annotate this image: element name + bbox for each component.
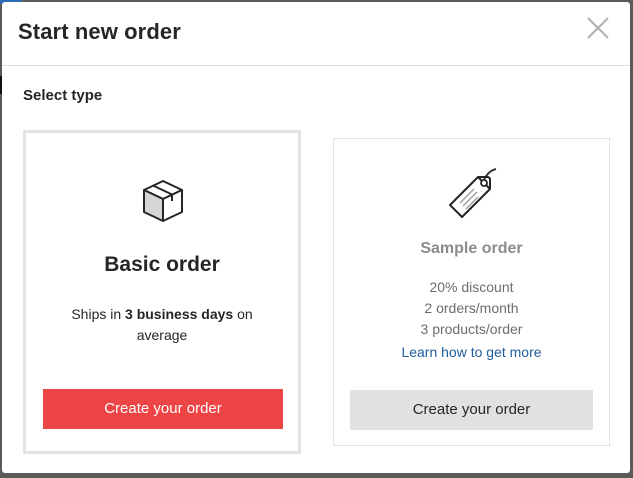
- box-icon: [138, 175, 188, 225]
- basic-order-card[interactable]: Basic order Ships in 3 business days on …: [23, 130, 301, 454]
- desc-emphasis: 3 business days: [125, 306, 234, 322]
- sample-order-title: Sample order: [420, 240, 523, 257]
- feature-item: 2 orders/month: [424, 300, 519, 316]
- sample-features: 20% discount 2 orders/month 3 products/o…: [334, 277, 609, 340]
- feature-item: 3 products/order: [420, 321, 523, 337]
- section-label: Select type: [23, 87, 103, 104]
- modal-title: Start new order: [18, 19, 181, 44]
- basic-order-title: Basic order: [104, 253, 220, 276]
- desc-prefix: Ships in: [71, 306, 126, 322]
- feature-item: 20% discount: [429, 279, 514, 295]
- sample-order-card[interactable]: Sample order 20% discount 2 orders/month…: [333, 138, 610, 446]
- modal-header: Start new order: [2, 2, 630, 66]
- create-sample-order-button[interactable]: Create your order: [350, 390, 593, 430]
- create-basic-order-button[interactable]: Create your order: [43, 389, 283, 429]
- tag-icon: [438, 163, 504, 229]
- start-order-modal: Start new order Select type Basic order …: [2, 2, 630, 473]
- close-icon[interactable]: [582, 12, 614, 44]
- learn-more-link[interactable]: Learn how to get more: [334, 344, 609, 360]
- basic-order-description: Ships in 3 business days on average: [56, 304, 268, 346]
